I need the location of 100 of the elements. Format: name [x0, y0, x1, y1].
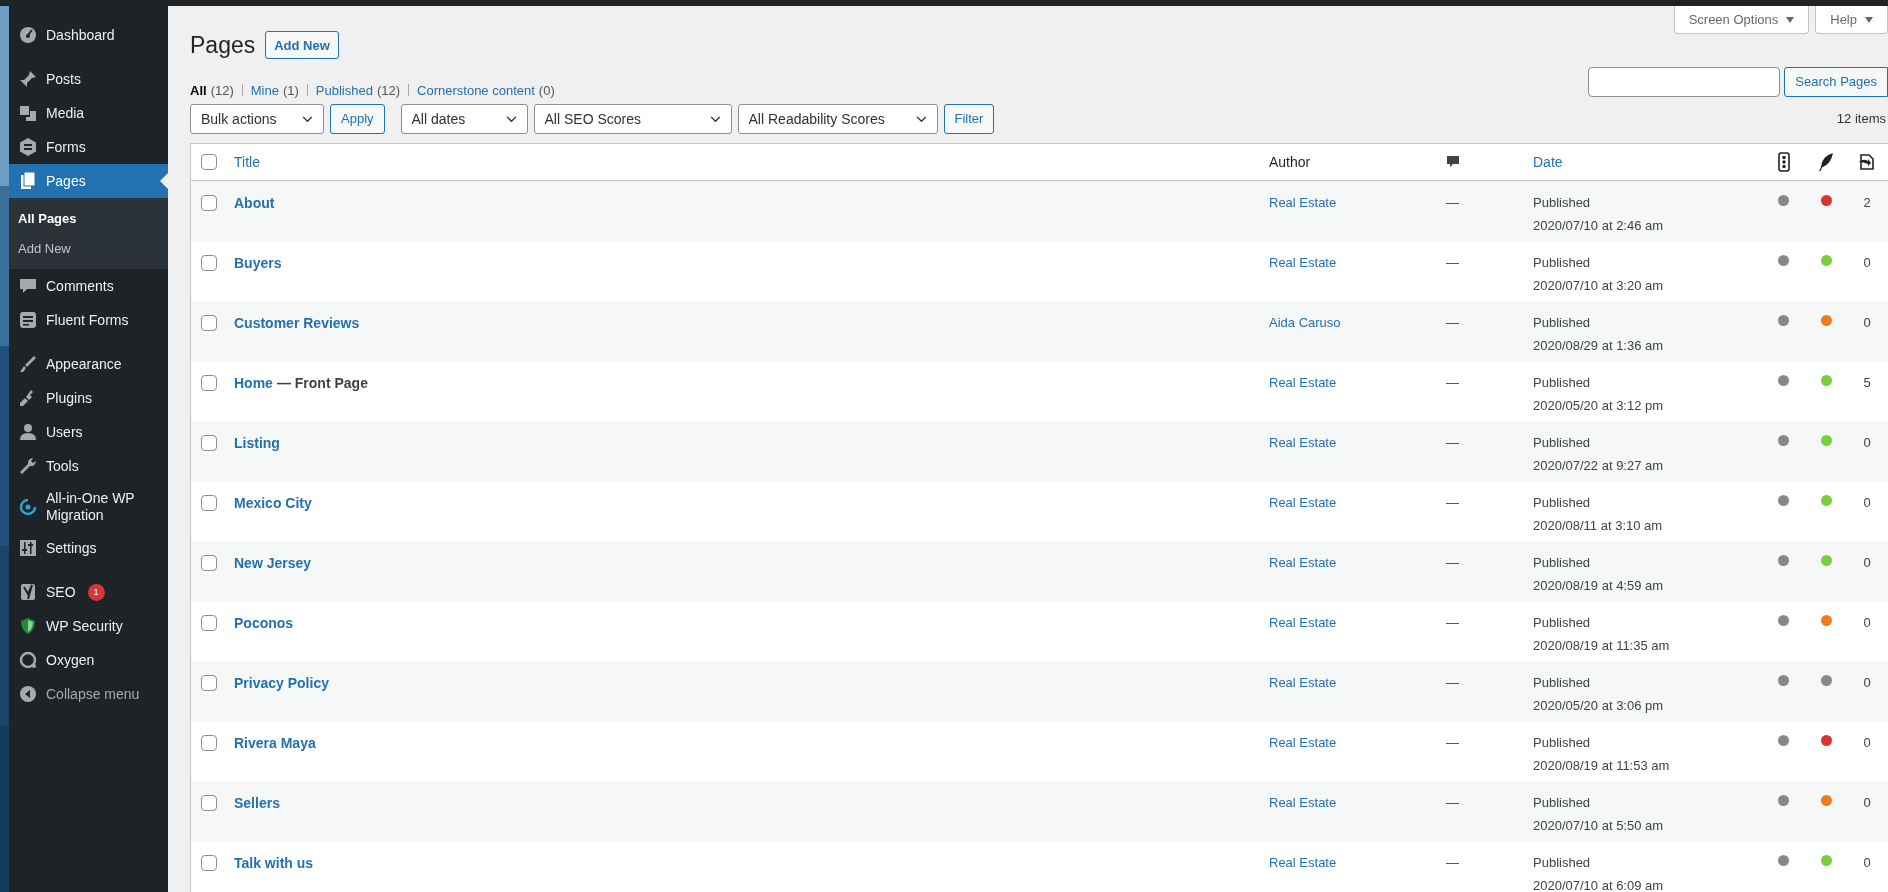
- column-header-link[interactable]: Date: [1533, 153, 1563, 170]
- checkbox[interactable]: [201, 855, 217, 871]
- status-text: Published: [1533, 374, 1592, 392]
- collapse-icon: [18, 684, 38, 704]
- author-link[interactable]: Real Estate: [1269, 435, 1337, 450]
- filter-button[interactable]: Filter: [943, 104, 995, 134]
- menu-item[interactable]: Fluent Forms: [9, 303, 168, 337]
- submenu-item[interactable]: Add New: [9, 233, 168, 263]
- page-title-link[interactable]: Sellers: [234, 793, 280, 814]
- comment-icon: [18, 276, 38, 296]
- page-title-link[interactable]: Home: [234, 373, 273, 394]
- author-link[interactable]: Real Estate: [1269, 495, 1337, 510]
- comment-count: —: [1446, 675, 1459, 690]
- menu-item[interactable]: Collapse menu: [9, 677, 168, 711]
- link-count: 0: [1863, 614, 1871, 632]
- forms-icon: [18, 137, 38, 157]
- dropdown[interactable]: Bulk actions: [190, 104, 324, 134]
- dropdown[interactable]: All SEO Scores: [533, 104, 732, 134]
- user-icon: [18, 422, 38, 442]
- author-link[interactable]: Real Estate: [1269, 855, 1337, 870]
- checkbox[interactable]: [201, 795, 217, 811]
- page-title-link[interactable]: About: [234, 193, 275, 214]
- menu-item[interactable]: Appearance: [9, 347, 168, 381]
- checkbox[interactable]: [201, 615, 217, 631]
- date-text: 2020/08/11 at 3:10 am: [1533, 516, 1664, 535]
- page-title-link[interactable]: Customer Reviews: [234, 313, 360, 334]
- date-text: 2020/08/19 at 11:53 am: [1533, 756, 1671, 775]
- menu-item[interactable]: Forms: [9, 130, 168, 164]
- menu-item[interactable]: Dashboard: [9, 18, 168, 52]
- chevron-down-icon: [302, 115, 313, 123]
- date-text: 2020/08/29 at 1:36 am: [1533, 336, 1665, 355]
- filter-button[interactable]: Apply: [330, 104, 385, 134]
- menu-item[interactable]: Settings: [9, 531, 168, 565]
- checkbox[interactable]: [201, 735, 217, 751]
- page-title-link[interactable]: Privacy Policy: [234, 673, 329, 694]
- date-text: 2020/08/19 at 11:35 am: [1533, 636, 1671, 655]
- pages-icon: [18, 171, 38, 191]
- caret-icon: [1786, 16, 1795, 23]
- comment-count: —: [1446, 495, 1459, 510]
- view-filter-link[interactable]: Published (12): [315, 80, 401, 100]
- submenu-item[interactable]: All Pages: [9, 204, 168, 234]
- menu-item[interactable]: Comments: [9, 269, 168, 303]
- checkbox[interactable]: [201, 255, 217, 271]
- add-new-button[interactable]: Add New: [265, 31, 339, 60]
- checkbox[interactable]: [201, 435, 217, 451]
- author-link[interactable]: Real Estate: [1269, 255, 1337, 270]
- checkbox[interactable]: [201, 495, 217, 511]
- author-link[interactable]: Real Estate: [1269, 675, 1337, 690]
- select-all-checkbox[interactable]: [201, 154, 217, 170]
- search-field[interactable]: [1588, 66, 1781, 97]
- checkbox[interactable]: [201, 555, 217, 571]
- comment-count: —: [1446, 315, 1459, 330]
- menu-item[interactable]: SEO 1: [9, 575, 168, 609]
- column-header: Author: [1269, 153, 1311, 170]
- dropdown[interactable]: All Readability Scores: [737, 104, 938, 134]
- screen-tab[interactable]: Screen Options: [1673, 6, 1810, 34]
- search-button[interactable]: Search Pages: [1784, 66, 1888, 97]
- page-title-link[interactable]: Poconos: [234, 613, 294, 634]
- screen-tab[interactable]: Help: [1815, 6, 1888, 34]
- author-link[interactable]: Real Estate: [1269, 555, 1337, 570]
- menu-item[interactable]: Users: [9, 415, 168, 449]
- page-title-link[interactable]: Rivera Maya: [234, 733, 316, 754]
- view-filter-link[interactable]: Cornerstone content (0): [417, 80, 555, 100]
- checkbox[interactable]: [201, 315, 217, 331]
- menu-item[interactable]: Posts: [9, 62, 168, 96]
- date-text: 2020/07/10 at 2:46 am: [1533, 216, 1665, 235]
- menu-item[interactable]: Oxygen: [9, 643, 168, 677]
- checkbox[interactable]: [201, 675, 217, 691]
- page-title-link[interactable]: Buyers: [234, 253, 282, 274]
- status-text: Published: [1533, 254, 1592, 272]
- author-link[interactable]: Real Estate: [1269, 615, 1337, 630]
- chevron-down-icon: [505, 115, 517, 123]
- author-link[interactable]: Real Estate: [1269, 735, 1337, 750]
- page-title-link[interactable]: Listing: [234, 433, 280, 454]
- view-filter-link[interactable]: Mine (1): [250, 80, 299, 100]
- author-link[interactable]: Real Estate: [1269, 195, 1337, 210]
- link-count: 0: [1863, 434, 1871, 452]
- checkbox[interactable]: [201, 375, 217, 391]
- view-filter-link[interactable]: All (12): [190, 80, 234, 100]
- menu-item[interactable]: Pages: [9, 164, 168, 198]
- caret-icon: [1865, 16, 1873, 23]
- menu-item[interactable]: Tools: [9, 449, 168, 483]
- media-icon: [18, 103, 38, 123]
- checkbox[interactable]: [201, 195, 217, 211]
- status-text: Published: [1533, 494, 1592, 512]
- column-header-link[interactable]: Title: [234, 153, 260, 170]
- comment-icon: [1446, 155, 1460, 169]
- dropdown[interactable]: All dates: [400, 104, 528, 134]
- menu-item[interactable]: Plugins: [9, 381, 168, 415]
- author-link[interactable]: Aida Caruso: [1269, 315, 1341, 330]
- menu-item[interactable]: All-in-One WP Migration: [9, 483, 168, 531]
- page-title-link[interactable]: New Jersey: [234, 553, 312, 574]
- author-link[interactable]: Real Estate: [1269, 375, 1337, 390]
- wrench-icon: [18, 456, 38, 476]
- page-title-link[interactable]: Mexico City: [234, 493, 312, 514]
- menu-item[interactable]: WP Security: [9, 609, 168, 643]
- page-title-link[interactable]: Talk with us: [234, 853, 314, 874]
- ring-icon: [18, 650, 38, 670]
- author-link[interactable]: Real Estate: [1269, 795, 1337, 810]
- menu-item[interactable]: Media: [9, 96, 168, 130]
